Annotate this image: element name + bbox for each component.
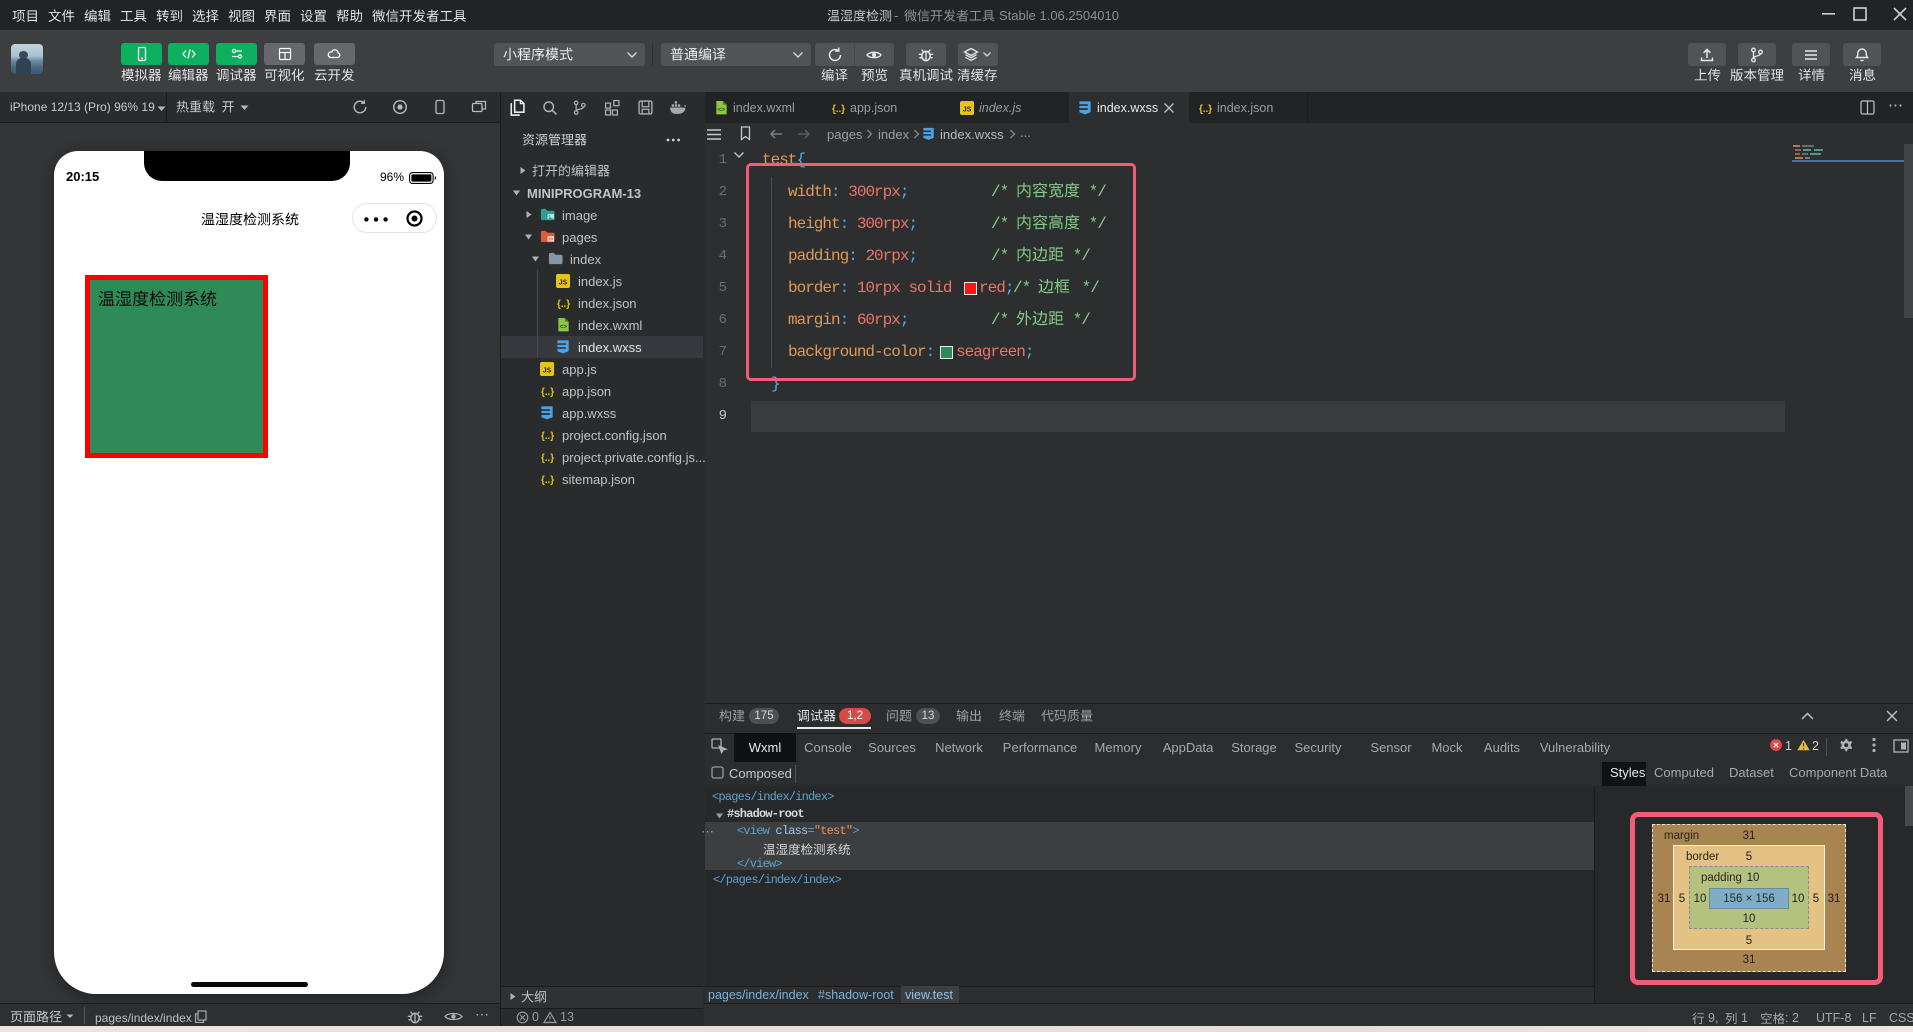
svg-text:JS: JS bbox=[559, 279, 568, 286]
svg-text:JS: JS bbox=[543, 367, 552, 374]
svg-text:{..}: {..} bbox=[832, 104, 845, 115]
svg-text:{..}: {..} bbox=[541, 431, 554, 442]
svg-text:{..}: {..} bbox=[541, 387, 554, 398]
svg-text:{..}: {..} bbox=[1199, 104, 1212, 115]
svg-text:{..}: {..} bbox=[557, 299, 570, 310]
svg-text:<>: <> bbox=[559, 324, 567, 331]
svg-text:{..}: {..} bbox=[541, 475, 554, 486]
svg-text:<>: <> bbox=[717, 107, 725, 114]
svg-text:<>: <> bbox=[548, 237, 553, 242]
svg-text:JS: JS bbox=[963, 106, 972, 113]
svg-text:{..}: {..} bbox=[541, 453, 554, 464]
